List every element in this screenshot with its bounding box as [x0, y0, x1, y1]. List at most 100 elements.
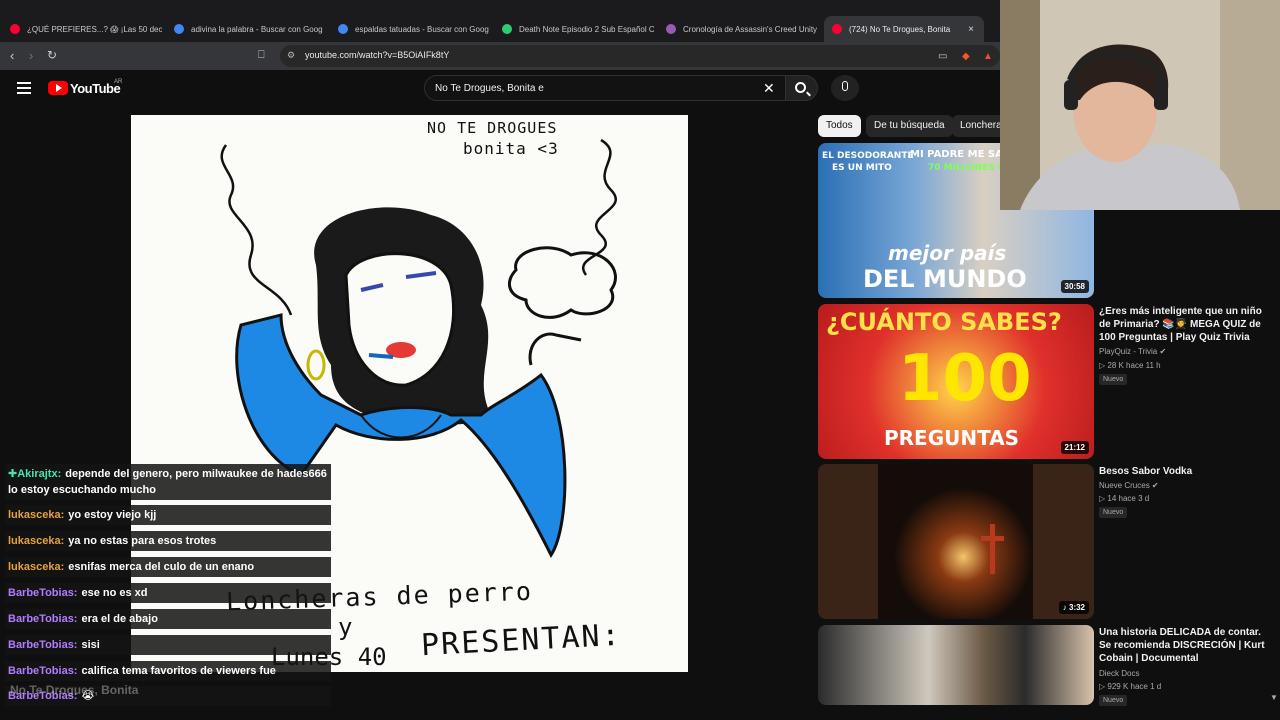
back-icon[interactable]: ‹: [10, 49, 14, 62]
bookmark-icon[interactable]: ⎕: [258, 49, 265, 62]
chat-username: lukasceka:: [8, 561, 65, 573]
chat-text: ya no estas para esos trotes: [68, 535, 217, 547]
chip-todos[interactable]: Todos: [818, 115, 861, 137]
video-title[interactable]: Una historia DELICADA de contar. Se reco…: [1099, 626, 1269, 665]
video-thumbnail[interactable]: [818, 625, 1094, 705]
thumbnail-text: mejor país: [888, 241, 1007, 265]
screen: ¿QUÉ PREFIERES...? 😱 ¡Las 50 decisi adiv…: [0, 0, 1280, 720]
browser-tab[interactable]: espaldas tatuadas - Buscar con Goog: [338, 16, 490, 42]
tab-label: Cronología de Assassin's Creed Unity: [683, 24, 818, 34]
webcam-overlay: [1000, 0, 1280, 210]
video-stats: ▷ 929 K hace 1 d: [1099, 682, 1162, 691]
tab-label: espaldas tatuadas - Buscar con Goog: [355, 24, 489, 34]
cross-shape: [981, 536, 1004, 541]
drawing-caption: y: [338, 613, 353, 641]
tab-close-icon[interactable]: ×: [968, 24, 984, 35]
youtube-header: YouTube AR No Te Drogues, Bonita e ✕: [0, 70, 1000, 110]
google-icon: [338, 24, 348, 34]
drawing-caption: NO TE DROGUES: [427, 119, 558, 137]
browser-tab[interactable]: Death Note Episodio 2 Sub Español C: [502, 16, 654, 42]
search-icon: [795, 82, 806, 93]
site-info-icon[interactable]: ⚙: [287, 50, 295, 61]
search-button[interactable]: [786, 75, 818, 101]
video-duration: ♪ 3:32: [1058, 601, 1089, 614]
channel-name[interactable]: Dieck Docs: [1099, 669, 1139, 678]
chat-username: ✚Akirajtx:: [8, 468, 62, 480]
chip-de-tu-busqueda[interactable]: De tu búsqueda: [866, 115, 953, 137]
chat-username: BarbeTobias:: [8, 639, 78, 651]
browser-tab-strip: ¿QUÉ PREFIERES...? 😱 ¡Las 50 decisi adiv…: [0, 0, 1000, 42]
recommendation-item[interactable]: ¿CUÁNTO SABES? 100 PREGUNTAS 21:12 ¿Eres…: [818, 304, 1278, 460]
hamburger-menu-icon[interactable]: [17, 82, 31, 94]
chat-text: califica tema favoritos de viewers fue: [81, 665, 276, 677]
cross-shape: [990, 524, 995, 574]
recommendation-item[interactable]: Una historia DELICADA de contar. Se reco…: [818, 625, 1278, 706]
tab-label: ¿QUÉ PREFIERES...? 😱 ¡Las 50 decisi: [27, 24, 162, 34]
thumbnail-text: 100: [898, 342, 1032, 416]
browser-tab[interactable]: ¿QUÉ PREFIERES...? 😱 ¡Las 50 decisi: [10, 16, 162, 42]
drawing-caption: bonita <3: [463, 139, 559, 158]
video-title[interactable]: ¿Eres más inteligente que un niño de Pri…: [1099, 305, 1269, 344]
video-thumbnail[interactable]: ♪ 3:32: [818, 464, 1094, 619]
chat-message: BarbeTobias: sisi: [5, 635, 331, 655]
chat-text: yo estoy viejo kjj: [68, 509, 157, 521]
new-badge: Nuevo: [1099, 507, 1128, 518]
chat-message: BarbeTobias: ese no es xd: [5, 583, 331, 603]
tab-label: (724) No Te Drogues, Bonita: [849, 24, 951, 34]
thumbnail-text: ES UN MITO: [832, 163, 892, 173]
chat-username: BarbeTobias:: [8, 665, 78, 677]
brave-rewards-icon[interactable]: ▲: [983, 51, 993, 62]
search-input[interactable]: No Te Drogues, Bonita e ✕: [424, 75, 786, 101]
video-stats: ▷ 28 K hace 11 h: [1099, 361, 1161, 370]
chat-message: lukasceka: yo estoy viejo kjj: [5, 505, 331, 525]
webcam-image: [1000, 0, 1280, 210]
chat-text: ese no es xd: [81, 587, 148, 599]
channel-name[interactable]: Nueve Cruces ✔: [1099, 481, 1159, 490]
youtube-icon: [832, 24, 842, 34]
clear-search-icon[interactable]: ✕: [763, 80, 775, 97]
cast-icon[interactable]: ▭: [938, 51, 947, 62]
microphone-icon: [842, 81, 848, 91]
browser-tab[interactable]: adivina la palabra - Buscar con Goog: [174, 16, 326, 42]
chat-message: lukasceka: esnifas merca del culo de un e…: [5, 557, 331, 577]
forward-icon[interactable]: ›: [29, 49, 33, 62]
chat-username: lukasceka:: [8, 509, 65, 521]
site-icon: [502, 24, 512, 34]
google-icon: [174, 24, 184, 34]
chat-message: BarbeTobias: era el de abajo: [5, 609, 331, 629]
reload-icon[interactable]: ↻: [47, 49, 57, 62]
browser-tab-active[interactable]: (724) No Te Drogues, Bonita ×: [824, 16, 984, 42]
browser-tab[interactable]: Cronología de Assassin's Creed Unity: [666, 16, 818, 42]
video-stats: ▷ 14 hace 3 d: [1099, 494, 1150, 503]
url-text: youtube.com/watch?v=B5OiAIFk8tY: [305, 50, 450, 60]
video-title-watermark: No Te Drogues, Bonita: [10, 683, 139, 697]
chat-username: BarbeTobias:: [8, 613, 78, 625]
tab-label: Death Note Episodio 2 Sub Español C: [519, 24, 654, 34]
chat-text: era el de abajo: [81, 613, 158, 625]
new-badge: Nuevo: [1099, 695, 1128, 706]
video-title[interactable]: Besos Sabor Vodka: [1099, 465, 1269, 478]
youtube-logo-icon[interactable]: [48, 81, 68, 95]
chat-username: lukasceka:: [8, 535, 65, 547]
search-query: No Te Drogues, Bonita e: [435, 83, 544, 94]
channel-name[interactable]: PlayQuiz - Trivia ✔: [1099, 347, 1166, 356]
youtube-icon: [10, 24, 20, 34]
video-duration: 30:58: [1060, 280, 1089, 293]
new-badge: Nuevo: [1099, 374, 1128, 385]
thumbnail-image: [878, 464, 1033, 619]
youtube-logo-text[interactable]: YouTube: [70, 81, 121, 96]
chat-message: ✚Akirajtx: depende del genero, pero milwa…: [5, 464, 331, 500]
address-bar[interactable]: ⚙ youtube.com/watch?v=B5OiAIFk8tY ▭ ◆ ▲: [280, 45, 1000, 67]
chat-text: sisi: [81, 639, 100, 651]
thumbnail-text: ¿CUÁNTO SABES?: [826, 308, 1062, 336]
voice-search-button[interactable]: [831, 75, 859, 101]
thumbnail-text: PREGUNTAS: [884, 426, 1020, 450]
recommendation-item[interactable]: ♪ 3:32 Besos Sabor Vodka Nueve Cruces ✔ …: [818, 464, 1278, 620]
chat-username: BarbeTobias:: [8, 587, 78, 599]
browser-toolbar: ‹ › ↻ ⎕ ⚙ youtube.com/watch?v=B5OiAIFk8t…: [0, 42, 1000, 70]
scroll-down-icon[interactable]: ▼: [1270, 693, 1278, 702]
chat-message: lukasceka: ya no estas para esos trotes: [5, 531, 331, 551]
chat-text: esnifas merca del culo de un enano: [68, 561, 255, 573]
brave-shield-icon[interactable]: ◆: [962, 51, 970, 62]
video-thumbnail[interactable]: ¿CUÁNTO SABES? 100 PREGUNTAS 21:12: [818, 304, 1094, 459]
